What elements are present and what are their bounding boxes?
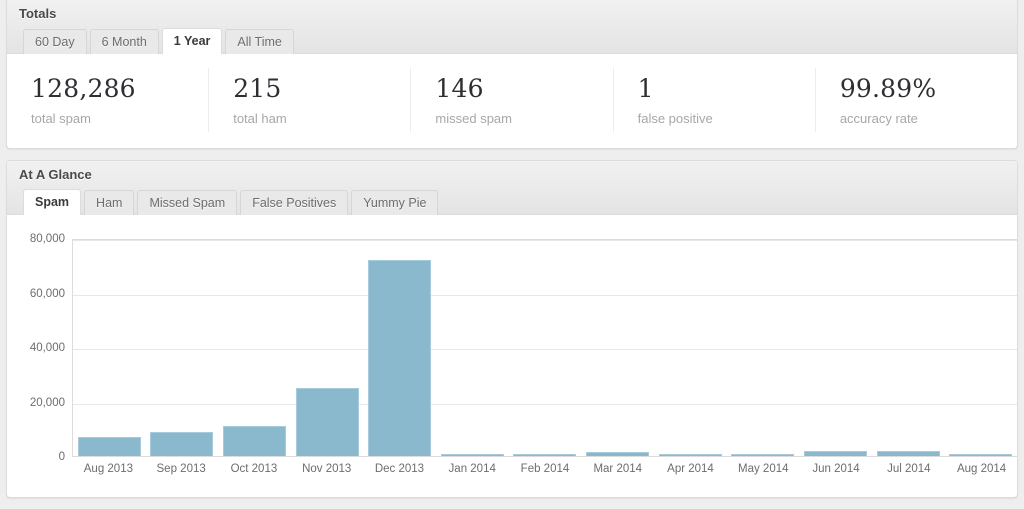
bar-cell <box>146 240 219 456</box>
y-axis-tick-label: 80,000 <box>29 233 65 245</box>
stat-accuracy-rate: 99.89% accuracy rate <box>816 68 1017 132</box>
tab-false-positives[interactable]: False Positives <box>240 190 349 215</box>
x-axis-labels: Aug 2013 Sep 2013 Oct 2013 Nov 2013 Dec 2013… <box>72 463 1018 475</box>
stat-total-ham: 215 total ham <box>209 68 412 132</box>
x-axis-tick-label: Jul 2014 <box>887 463 931 475</box>
y-axis-labels: 0 20,000 40,000 60,000 80,000 <box>17 233 65 463</box>
chart-area: 0 20,000 40,000 60,000 80,000 Aug 2013 Sep 20… <box>7 215 1019 497</box>
bar-apr-2014[interactable] <box>658 454 722 456</box>
bar-cell <box>363 240 436 456</box>
bar-cell <box>726 240 799 456</box>
stat-label: total spam <box>31 111 91 126</box>
at-a-glance-header: At A Glance Spam Ham Missed Spam False Posi… <box>7 161 1017 215</box>
x-axis-tick-label: Dec 2013 <box>374 463 425 475</box>
bar-cell <box>799 240 872 456</box>
tab-yummy-pie[interactable]: Yummy Pie <box>351 190 439 215</box>
bar-jan-2014[interactable] <box>440 454 504 456</box>
bar-cell <box>581 240 654 456</box>
bar-jul-2014[interactable] <box>876 451 940 456</box>
bar-aug-2014[interactable] <box>949 454 1013 456</box>
bar-sep-2013[interactable] <box>150 432 214 456</box>
x-axis-tick-label: Aug 2013 <box>83 463 133 475</box>
x-axis-tick-label: Jan 2014 <box>448 463 496 475</box>
bar-cell <box>436 240 509 456</box>
x-axis-tick-label: Sep 2013 <box>156 463 206 475</box>
bar-oct-2013[interactable] <box>223 426 287 456</box>
bar-dec-2013[interactable] <box>368 260 432 456</box>
chart-plot-area <box>72 239 1018 457</box>
bar-mar-2014[interactable] <box>586 452 650 456</box>
y-axis-tick-label: 20,000 <box>29 396 65 409</box>
bar-cell <box>73 240 146 456</box>
x-axis-tick-label: Aug 2014 <box>956 463 1007 475</box>
at-a-glance-title: At A Glance <box>19 167 92 182</box>
bar-cell <box>944 240 1017 456</box>
chart-bars <box>73 240 1017 456</box>
bar-may-2014[interactable] <box>731 454 795 456</box>
tab-spam[interactable]: Spam <box>23 189 82 215</box>
y-axis-tick-label: 60,000 <box>29 287 65 300</box>
tab-1-year[interactable]: 1 Year <box>161 28 223 54</box>
totals-panel-header: Totals 60 Day 6 Month 1 Year All Time <box>7 0 1017 54</box>
stat-label: missed spam <box>435 111 512 126</box>
bar-cell <box>872 240 945 456</box>
stat-label: accuracy rate <box>839 111 918 126</box>
spam-bar-chart: 0 20,000 40,000 60,000 80,000 Aug 2013 Sep 20… <box>17 231 1019 489</box>
dashboard-page: Totals 60 Day 6 Month 1 Year All Time 128,2… <box>0 0 1024 509</box>
stat-value: 99.89% <box>839 74 937 103</box>
bar-cell <box>509 240 582 456</box>
bar-jun-2014[interactable] <box>803 451 867 456</box>
bar-aug-2013[interactable] <box>77 436 141 456</box>
bar-cell <box>218 240 291 456</box>
x-axis-tick-label: Feb 2014 <box>520 463 570 475</box>
stat-value: 215 <box>233 74 282 103</box>
stat-total-spam: 128,286 total spam <box>7 68 210 132</box>
stat-value: 128,286 <box>31 74 136 103</box>
x-axis-tick-label: Mar 2014 <box>593 463 643 475</box>
y-axis-tick-label: 40,000 <box>29 342 65 354</box>
x-axis-tick-label: May 2014 <box>738 463 789 475</box>
bar-cell <box>291 240 364 456</box>
tab-all-time[interactable]: All Time <box>225 29 294 54</box>
bar-cell <box>654 240 727 456</box>
tab-ham[interactable]: Ham <box>84 190 135 215</box>
bar-nov-2013[interactable] <box>295 387 359 456</box>
tab-6-month[interactable]: 6 Month <box>89 29 159 54</box>
stat-value: 1 <box>637 74 654 103</box>
totals-stats-row: 128,286 total spam 215 total ham 146 missed s… <box>7 54 1017 148</box>
at-a-glance-tab-bar: Spam Ham Missed Spam False Positives Yummy P… <box>19 188 1005 215</box>
stat-false-positive: 1 false positive <box>614 68 816 132</box>
totals-panel: Totals 60 Day 6 Month 1 Year All Time 128,2… <box>6 0 1018 149</box>
x-axis-tick-label: Apr 2014 <box>667 463 714 475</box>
at-a-glance-panel: At A Glance Spam Ham Missed Spam False Posi… <box>6 160 1018 498</box>
stat-label: false positive <box>637 111 713 126</box>
totals-title: Totals <box>19 6 57 21</box>
totals-tab-bar: 60 Day 6 Month 1 Year All Time <box>19 27 1005 54</box>
x-axis-tick-label: Nov 2013 <box>302 463 352 475</box>
y-axis-tick-label: 0 <box>58 451 65 463</box>
stat-value: 146 <box>435 74 484 103</box>
stat-label: total ham <box>233 111 287 126</box>
tab-missed-spam[interactable]: Missed Spam <box>137 190 238 215</box>
tab-60-day[interactable]: 60 Day <box>23 29 87 54</box>
bar-feb-2014[interactable] <box>513 454 577 456</box>
x-axis-tick-label: Oct 2013 <box>230 463 278 475</box>
stat-missed-spam: 146 missed spam <box>411 68 614 132</box>
x-axis-tick-label: Jun 2014 <box>812 463 860 475</box>
